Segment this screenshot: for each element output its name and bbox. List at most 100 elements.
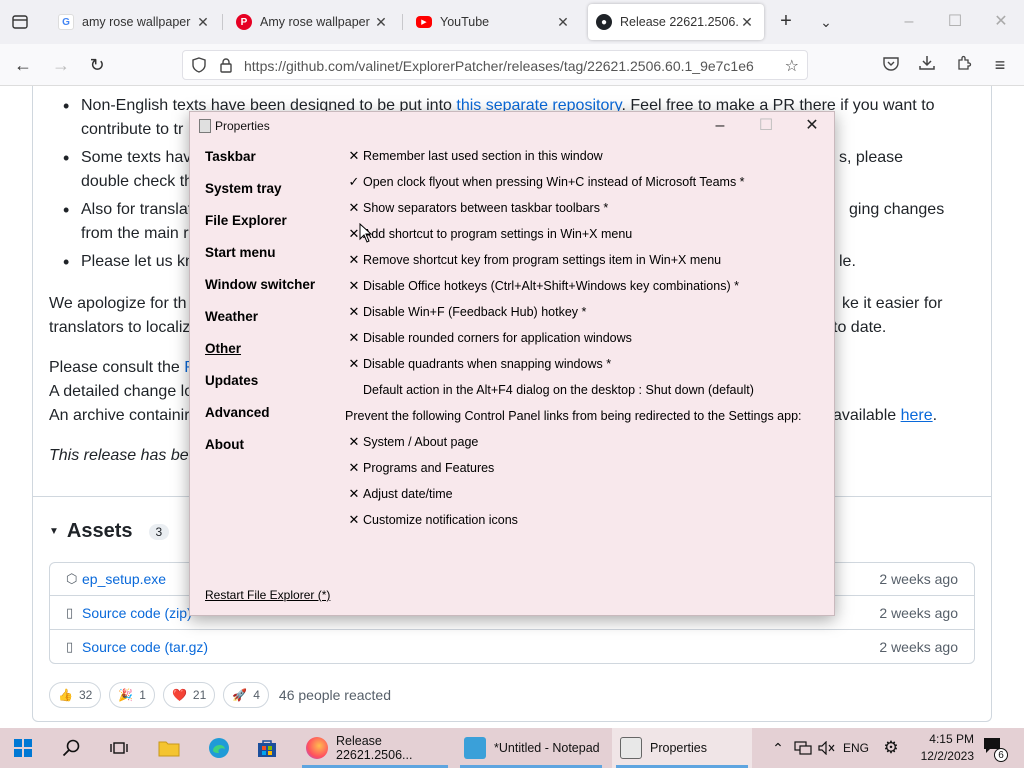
tab-github[interactable]: ● Release 22621.2506.60.1 ✕ [588, 4, 764, 40]
bookmark-star-icon[interactable]: ☆ [785, 56, 799, 76]
speaker-muted-icon[interactable] [816, 728, 838, 768]
triangle-down-icon[interactable]: ▼ [49, 526, 59, 537]
close-tab-icon[interactable]: ✕ [194, 14, 212, 31]
asset-link[interactable]: Source code (zip) [82, 605, 192, 621]
control-panel-redirect-heading: Prevent the following Control Panel link… [345, 409, 802, 423]
nav-advanced[interactable]: Advanced [205, 404, 335, 436]
url-text[interactable]: https://github.com/valinet/ExplorerPatch… [244, 58, 754, 74]
settings-list: ✕ Remember last used section in this wind… [345, 143, 825, 533]
x-mark-icon: ✕ [348, 460, 360, 475]
tracking-shield-icon[interactable] [191, 57, 207, 73]
setting-snap-quadrants[interactable]: ✕ Disable quadrants when snapping windows… [345, 351, 825, 377]
setting-rounded-corners[interactable]: ✕ Disable rounded corners for application… [345, 325, 825, 351]
setting-alt-f4-default[interactable]: Default action in the Alt+F4 dialog on t… [345, 377, 825, 403]
file-explorer-icon[interactable] [146, 728, 192, 768]
lock-icon[interactable] [219, 57, 233, 73]
taskbar-app-notepad[interactable]: *Untitled - Notepad [456, 728, 606, 768]
setting-feedback-hub-hotkey[interactable]: ✕ Disable Win+F (Feedback Hub) hotkey * [345, 299, 825, 325]
close-tab-icon[interactable]: ✕ [738, 14, 756, 31]
x-mark-icon: ✕ [348, 252, 360, 267]
menu-hamburger-icon[interactable]: ≡ [987, 52, 1013, 78]
nav-start-menu[interactable]: Start menu [205, 244, 335, 276]
tab-title: amy rose wallpaper - G [82, 15, 194, 29]
close-tab-icon[interactable]: ✕ [372, 14, 390, 31]
clock-date: 12/2/2023 [920, 749, 974, 763]
nav-window-switcher[interactable]: Window switcher [205, 276, 335, 308]
language-indicator[interactable]: ENG [840, 728, 872, 768]
dialog-titlebar[interactable]: Properties – ☐ ✕ [190, 112, 834, 140]
x-mark-icon: ✕ [348, 512, 360, 527]
tab-youtube[interactable]: ▶ YouTube ✕ [408, 4, 580, 40]
properties-icon [620, 737, 642, 759]
setting-clock-flyout[interactable]: ✓ Open clock flyout when pressing Win+C i… [345, 169, 825, 195]
pinterest-icon: P [236, 14, 252, 30]
setting-add-winx-shortcut[interactable]: ✕ Add shortcut to program settings in Win… [345, 221, 825, 247]
setting-about-page[interactable]: ✕ System / About page [345, 429, 825, 455]
restart-explorer-link[interactable]: Restart File Explorer (*) [205, 588, 330, 602]
here-link[interactable]: here [901, 407, 933, 424]
asset-link[interactable]: ep_setup.exe [82, 571, 166, 587]
reaction-heart[interactable]: ❤️ 21 [162, 682, 216, 708]
setting-remove-shortcut-key[interactable]: ✕ Remove shortcut key from program settin… [345, 247, 825, 273]
chevron-down-icon[interactable]: ⌄ [814, 10, 838, 34]
chevron-up-icon[interactable]: ⌃ [768, 728, 788, 768]
system-clock[interactable]: 4:15 PM 12/2/2023 [912, 731, 974, 765]
search-icon[interactable] [48, 728, 94, 768]
setting-taskbar-separators[interactable]: ✕ Show separators between taskbar toolbar… [345, 195, 825, 221]
close-icon[interactable]: ✕ [790, 114, 834, 138]
network-icon[interactable] [792, 728, 814, 768]
forward-arrow-icon[interactable]: → [48, 52, 74, 78]
archive-text: An archive containir [49, 407, 190, 424]
reaction-thumbs-up[interactable]: 👍 32 [49, 682, 102, 708]
taskbar-app-firefox[interactable]: Release 22621.2506... [298, 728, 452, 768]
notification-center-icon[interactable]: 6 [982, 736, 1008, 762]
nav-updates[interactable]: Updates [205, 372, 335, 404]
minimize-icon[interactable]: – [894, 8, 924, 36]
setting-office-hotkeys[interactable]: ✕ Disable Office hotkeys (Ctrl+Alt+Shift+… [345, 273, 825, 299]
edge-icon[interactable] [196, 728, 242, 768]
nav-about[interactable]: About [205, 436, 335, 468]
setting-remember-section[interactable]: ✕ Remember last used section in this wind… [345, 143, 825, 169]
gear-icon[interactable]: ⚙ [878, 728, 904, 768]
new-tab-button[interactable]: + [774, 10, 798, 34]
x-mark-icon: ✕ [348, 486, 360, 501]
downloads-icon[interactable] [914, 52, 940, 78]
dialog-title: Properties [215, 119, 270, 133]
task-view-icon[interactable] [96, 728, 142, 768]
properties-dialog: Properties – ☐ ✕ Taskbar System tray Fil… [189, 111, 835, 616]
nav-other[interactable]: Other [205, 340, 335, 372]
reaction-hooray[interactable]: 🎉 1 [109, 682, 155, 708]
taskbar-app-properties[interactable]: Properties [612, 728, 752, 768]
asset-link[interactable]: Source code (tar.gz) [82, 639, 208, 655]
nav-system-tray[interactable]: System tray [205, 180, 335, 212]
setting-date-time[interactable]: ✕ Adjust date/time [345, 481, 825, 507]
clock-time: 4:15 PM [929, 732, 974, 746]
asset-row[interactable]: ▯ Source code (tar.gz) 2 weeks ago [50, 630, 974, 663]
maximize-icon[interactable]: ☐ [940, 8, 970, 36]
address-bar[interactable]: https://github.com/valinet/ExplorerPatch… [182, 50, 808, 80]
extensions-icon[interactable] [951, 52, 977, 78]
maximize-icon: ☐ [758, 117, 774, 134]
minimize-icon[interactable]: – [698, 114, 742, 138]
setting-notification-icons[interactable]: ✕ Customize notification icons [345, 507, 825, 533]
nav-taskbar[interactable]: Taskbar [205, 148, 335, 180]
properties-icon [199, 119, 211, 133]
navigation-toolbar: ← → ↻ https://github.com/valinet/Explore… [0, 44, 1024, 86]
pocket-icon[interactable] [878, 52, 904, 78]
x-mark-icon: ✕ [348, 304, 360, 319]
back-arrow-icon[interactable]: ← [10, 52, 36, 78]
close-tab-icon[interactable]: ✕ [554, 14, 572, 31]
reload-icon[interactable]: ↻ [84, 52, 110, 78]
setting-programs-features[interactable]: ✕ Programs and Features [345, 455, 825, 481]
nav-file-explorer[interactable]: File Explorer [205, 212, 335, 244]
tab-google[interactable]: G amy rose wallpaper - G ✕ [50, 4, 220, 40]
list-all-tabs-icon[interactable] [8, 10, 32, 34]
assets-header[interactable]: ▼ Assets 3 [49, 520, 170, 543]
tab-pinterest[interactable]: P Amy rose wallpaper ed ✕ [228, 4, 398, 40]
windows-start-icon[interactable] [0, 728, 46, 768]
close-window-icon[interactable]: ✕ [986, 8, 1016, 36]
microsoft-store-icon[interactable] [244, 728, 290, 768]
x-mark-icon: ✕ [348, 434, 360, 449]
reaction-rocket[interactable]: 🚀 4 [223, 682, 269, 708]
nav-weather[interactable]: Weather [205, 308, 335, 340]
